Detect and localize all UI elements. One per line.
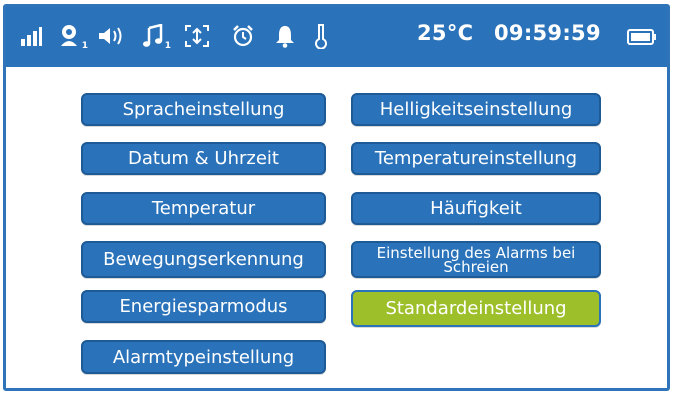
- music-icon: 1: [141, 23, 171, 51]
- menu-button-temperature-setting[interactable]: Temperatureinstellung: [351, 142, 601, 175]
- baby-monitor-icon: 1: [56, 23, 88, 51]
- menu-button-brightness[interactable]: Helligkeitseinstellung: [351, 93, 601, 126]
- menu-button-default-settings[interactable]: Standardeinstellung: [351, 290, 601, 327]
- menu-button-motion-detection[interactable]: Bewegungserkennung: [81, 241, 326, 278]
- menu-button-frequency[interactable]: Häufigkeit: [351, 192, 601, 225]
- menu-button-date-time[interactable]: Datum & Uhrzeit: [81, 142, 326, 175]
- menu-button-alarm-type[interactable]: Alarmtypeinstellung: [81, 340, 326, 374]
- baby-monitor-subscript: 1: [81, 41, 88, 51]
- device-screen: 1 1 25°C 09:59:59 Spracheinstellung Datu…: [3, 4, 670, 391]
- alarm-clock-icon: [231, 23, 255, 49]
- volume-icon: [97, 23, 127, 49]
- time-readout: 09:59:59: [494, 21, 601, 45]
- music-subscript: 1: [164, 41, 171, 51]
- zoom-icon: [184, 23, 210, 49]
- battery-icon: [627, 29, 657, 45]
- temperature-readout: 25°C: [417, 21, 474, 45]
- thermometer-icon: [312, 23, 330, 49]
- menu-button-temperature[interactable]: Temperatur: [81, 192, 326, 225]
- signal-icon: [20, 23, 42, 49]
- menu-button-language[interactable]: Spracheinstellung: [81, 93, 326, 126]
- status-bar: 1 1 25°C 09:59:59: [6, 7, 667, 67]
- menu-button-cry-alarm[interactable]: Einstellung des Alarms bei Schreien: [351, 241, 601, 278]
- bell-icon: [274, 23, 296, 49]
- menu-button-power-saving[interactable]: Energiesparmodus: [81, 290, 326, 323]
